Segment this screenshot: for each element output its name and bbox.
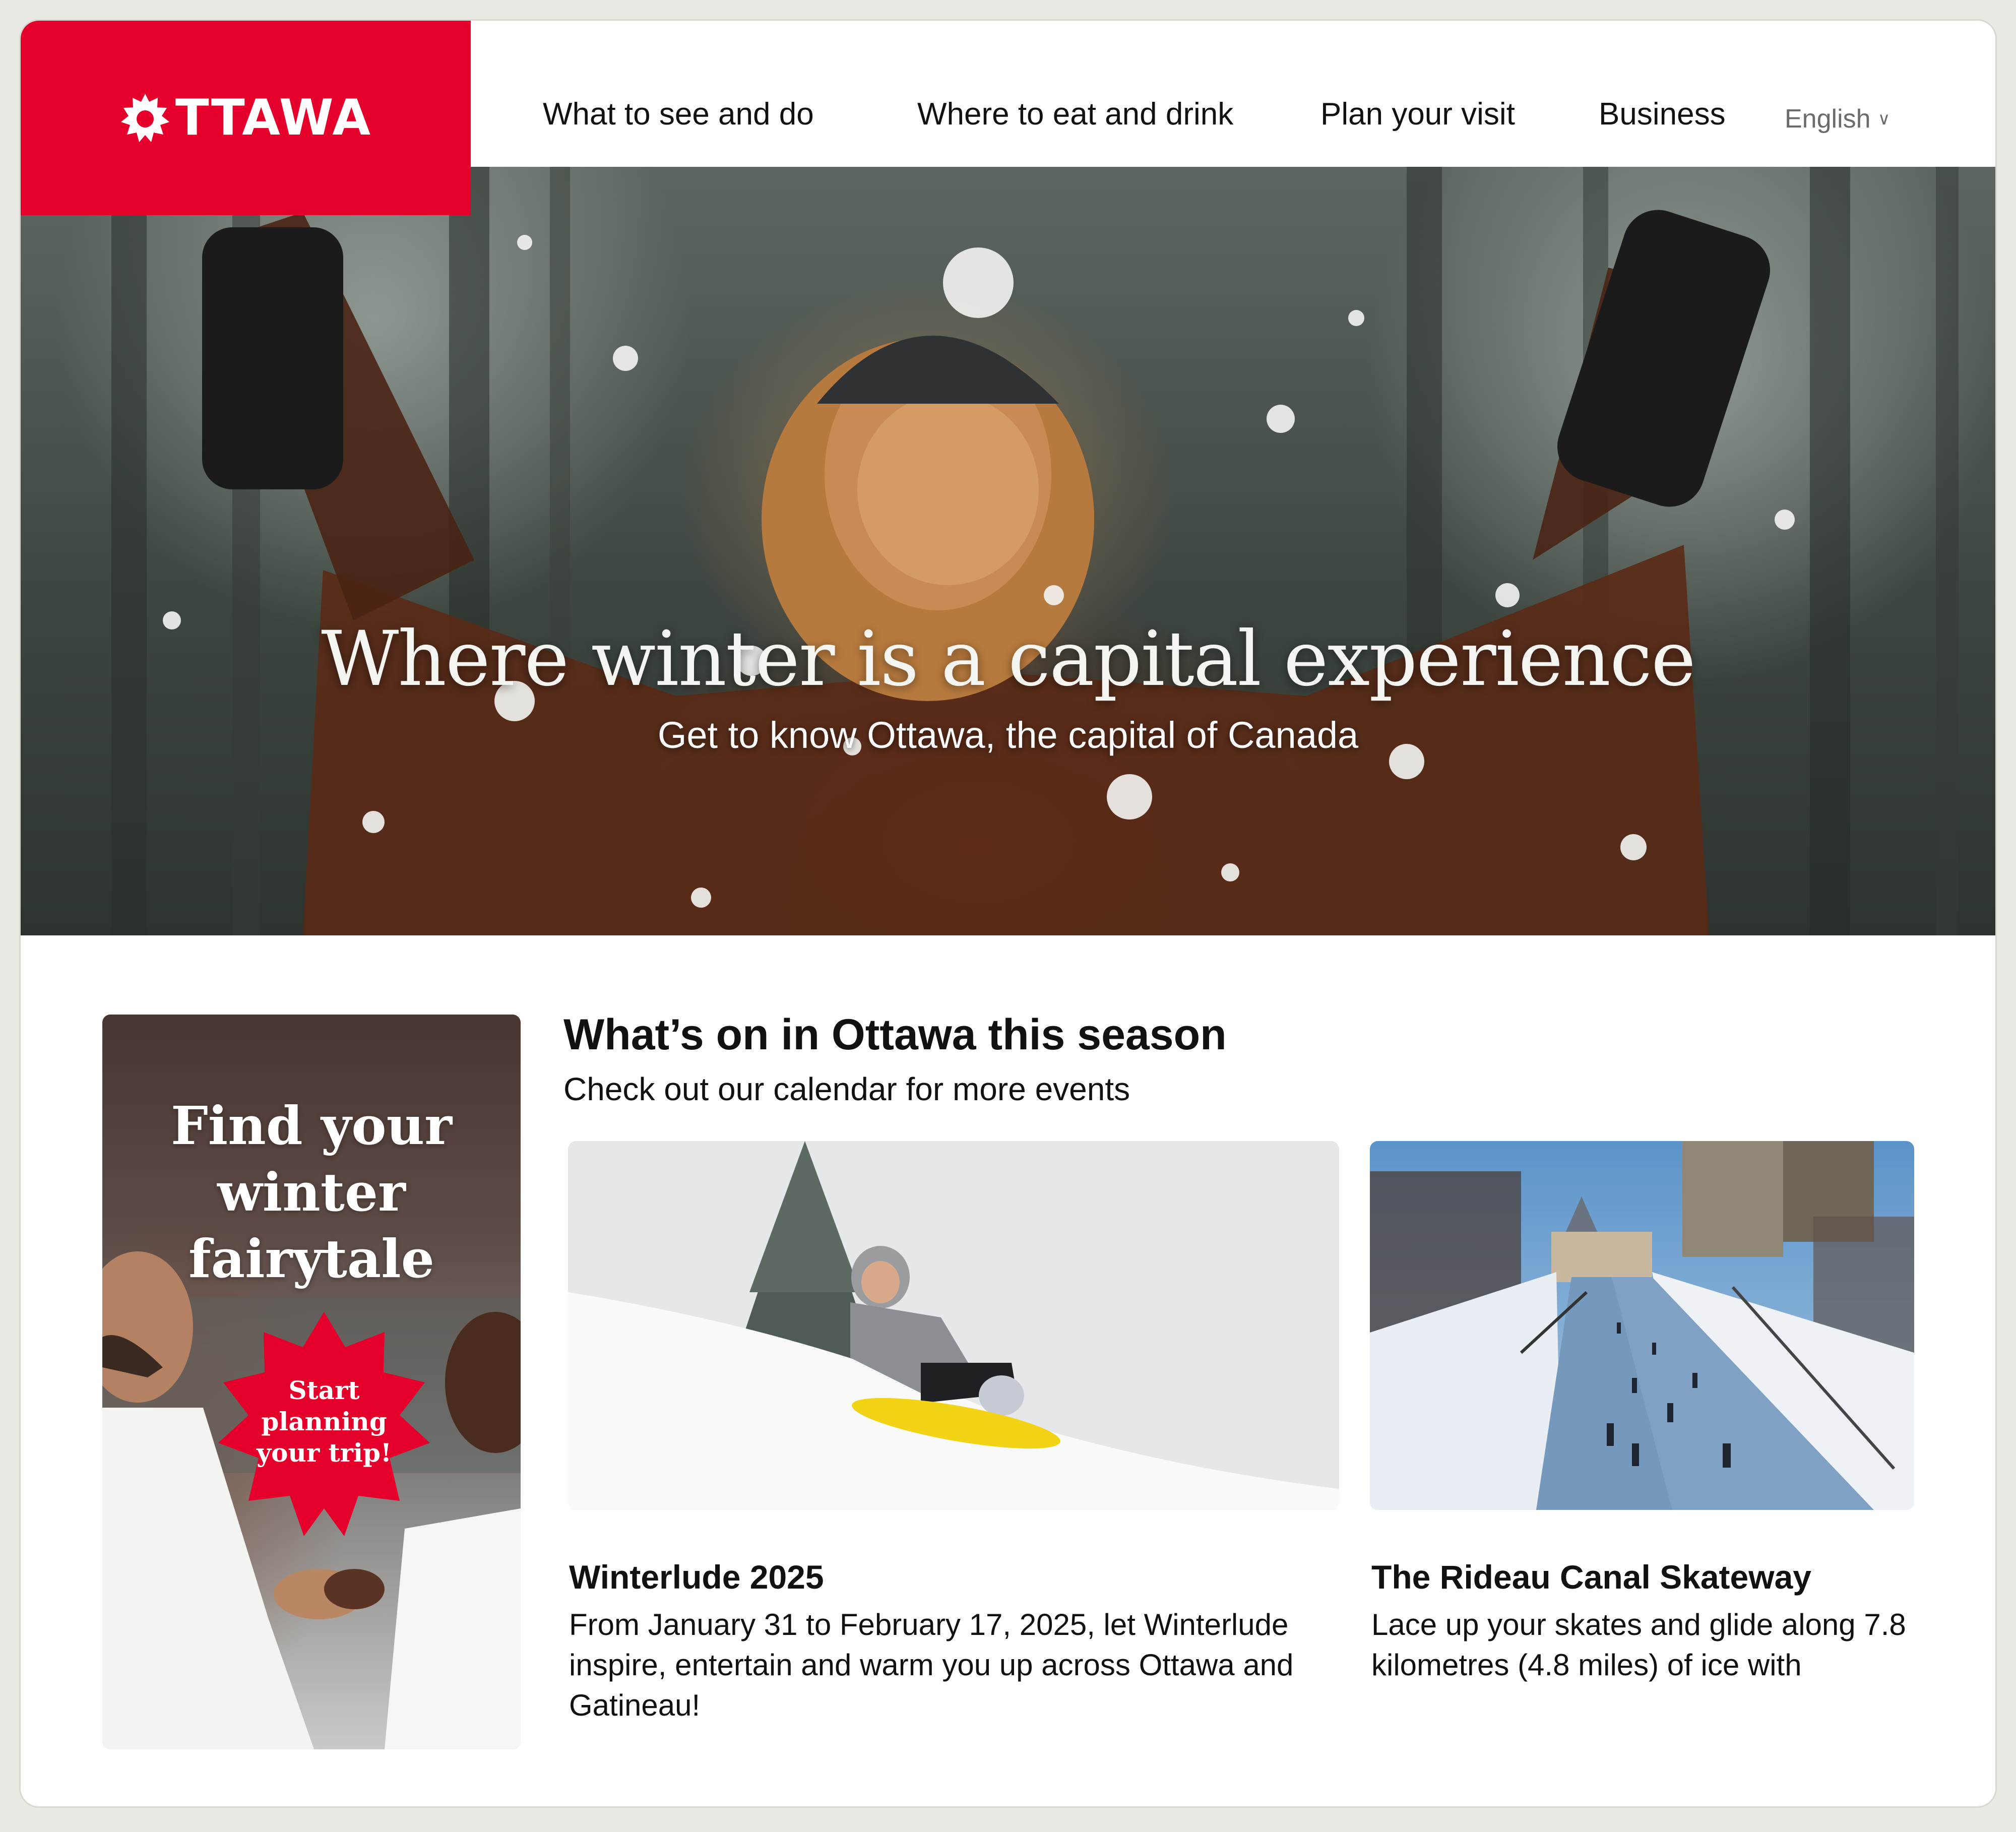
logo-text: TTAWA — [175, 89, 372, 147]
sledding-photo — [568, 1141, 1339, 1510]
hero-photo-snow-woman — [111, 167, 1959, 935]
description-line: inspire, entertain and warm you up acros… — [569, 1648, 1294, 1682]
promo-title: Find your winter fairytale — [102, 1093, 521, 1292]
promo-title-line: Find your — [170, 1095, 453, 1157]
promo-title-line: fairytale — [188, 1228, 434, 1290]
nav-plan-visit[interactable]: Plan your visit — [1320, 96, 1515, 132]
event-card-description: From January 31 to February 17, 2025, le… — [569, 1605, 1350, 1726]
language-selector[interactable]: English ∨ — [1785, 104, 1890, 134]
cta-line: planning — [261, 1407, 387, 1436]
start-planning-cta[interactable]: Start planning your trip! — [218, 1375, 430, 1469]
description-line: Lace up your skates and glide along 7.8 — [1371, 1608, 1906, 1641]
language-label: English — [1785, 104, 1871, 134]
maple-burst-icon — [120, 94, 169, 142]
promo-title-line: winter — [217, 1161, 406, 1223]
hero-title: Where winter is a capital experience — [321, 615, 1696, 703]
chevron-down-icon: ∨ — [1877, 109, 1891, 129]
nav-where-to-eat[interactable]: Where to eat and drink — [917, 96, 1233, 132]
cta-line: Start — [288, 1375, 360, 1405]
nav-what-to-see[interactable]: What to see and do — [543, 96, 814, 132]
hero-subtitle: Get to know Ottawa, the capital of Canad… — [657, 714, 1359, 756]
description-line: Gatineau! — [569, 1688, 701, 1722]
section-subtitle: Check out our calendar for more events — [563, 1071, 1130, 1107]
nav-business[interactable]: Business — [1599, 96, 1726, 132]
hero-banner: Where winter is a capital experience Get… — [21, 167, 1995, 935]
event-card-title[interactable]: Winterlude 2025 — [569, 1558, 824, 1596]
canal-skateway-photo — [1370, 1141, 1914, 1510]
promo-card[interactable]: Find your winter fairytale Start plannin… — [102, 1015, 521, 1749]
site-header: TTAWA What to see and do Where to eat an… — [21, 21, 1995, 215]
ottawa-logo: TTAWA — [120, 93, 371, 143]
description-line: From January 31 to February 17, 2025, le… — [569, 1608, 1289, 1641]
event-card-title[interactable]: The Rideau Canal Skateway — [1371, 1558, 1811, 1596]
event-card-image-winterlude[interactable] — [568, 1141, 1339, 1510]
cta-line: your trip! — [257, 1438, 392, 1468]
event-card-image-rideau-canal[interactable] — [1370, 1141, 1914, 1510]
section-title: What’s on in Ottawa this season — [563, 1010, 1227, 1059]
browser-page: TTAWA What to see and do Where to eat an… — [21, 21, 1995, 1806]
description-line: kilometres (4.8 miles) of ice with — [1371, 1648, 1802, 1682]
logo-link[interactable]: TTAWA — [21, 21, 471, 215]
event-card-description: Lace up your skates and glide along 7.8 … — [1371, 1605, 1936, 1685]
